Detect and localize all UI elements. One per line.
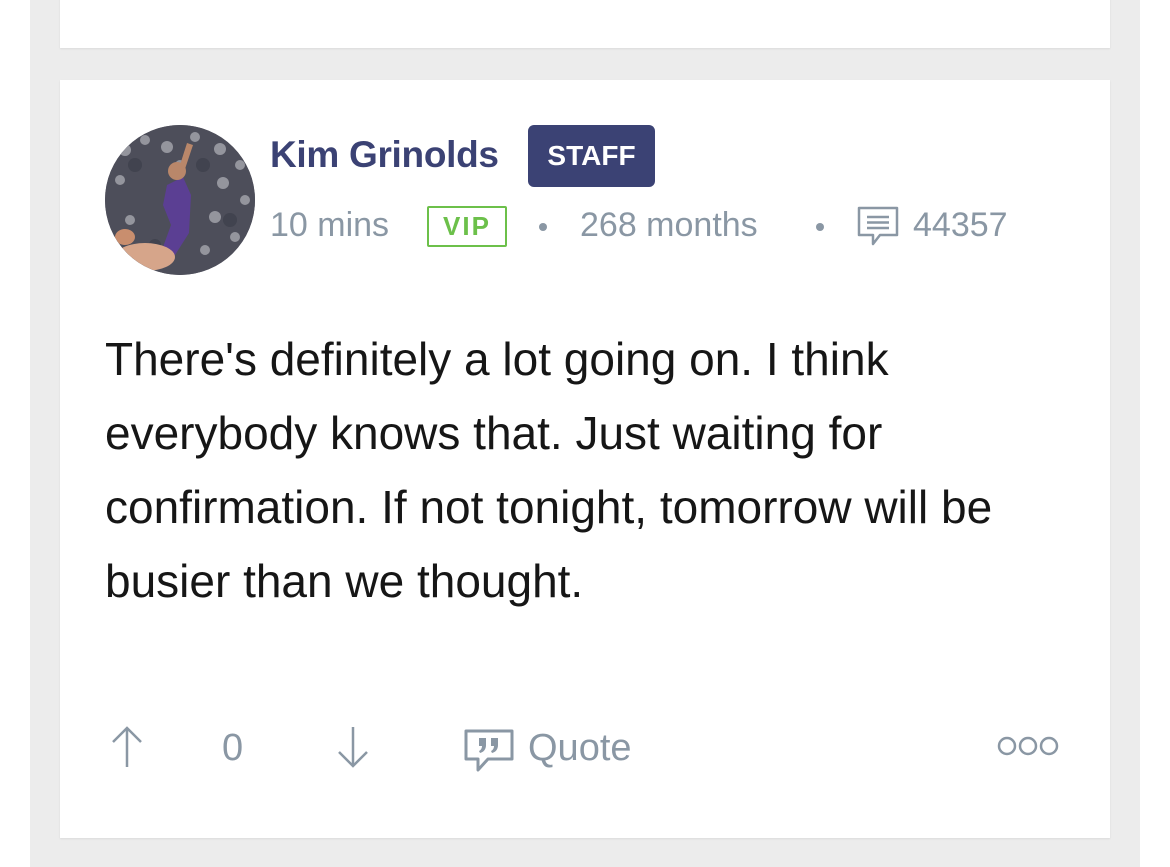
upvote-button[interactable] [110,725,144,769]
staff-badge: STAFF [528,125,655,187]
author-name[interactable]: Kim Grinolds [270,132,499,178]
feed-background: Kim Grinolds STAFF 10 mins VIP 268 month… [30,0,1140,867]
avatar-photo-icon [105,125,255,275]
post-body: There's definitely a lot going on. I thi… [105,333,993,607]
vip-badge: VIP [427,206,507,247]
downvote-button[interactable] [336,725,370,769]
vote-count: 0 [222,727,244,769]
post-count: 44357 [913,206,1008,244]
quote-button[interactable] [464,728,514,774]
arrow-up-icon [112,726,142,767]
more-options-button[interactable] [997,735,1059,757]
post-time[interactable]: 10 mins [270,202,389,248]
previous-post-card [60,0,1110,48]
separator-dot [539,223,547,231]
post-card: Kim Grinolds STAFF 10 mins VIP 268 month… [60,80,1110,838]
member-duration: 268 months [580,206,758,244]
quote-label[interactable]: Quote [528,725,632,771]
separator-dot [816,223,824,231]
author-avatar[interactable] [105,125,255,275]
more-options-icon [997,736,1059,756]
comment-icon [856,204,902,250]
quote-bubble-icon [464,729,514,772]
arrow-down-icon [338,727,368,768]
